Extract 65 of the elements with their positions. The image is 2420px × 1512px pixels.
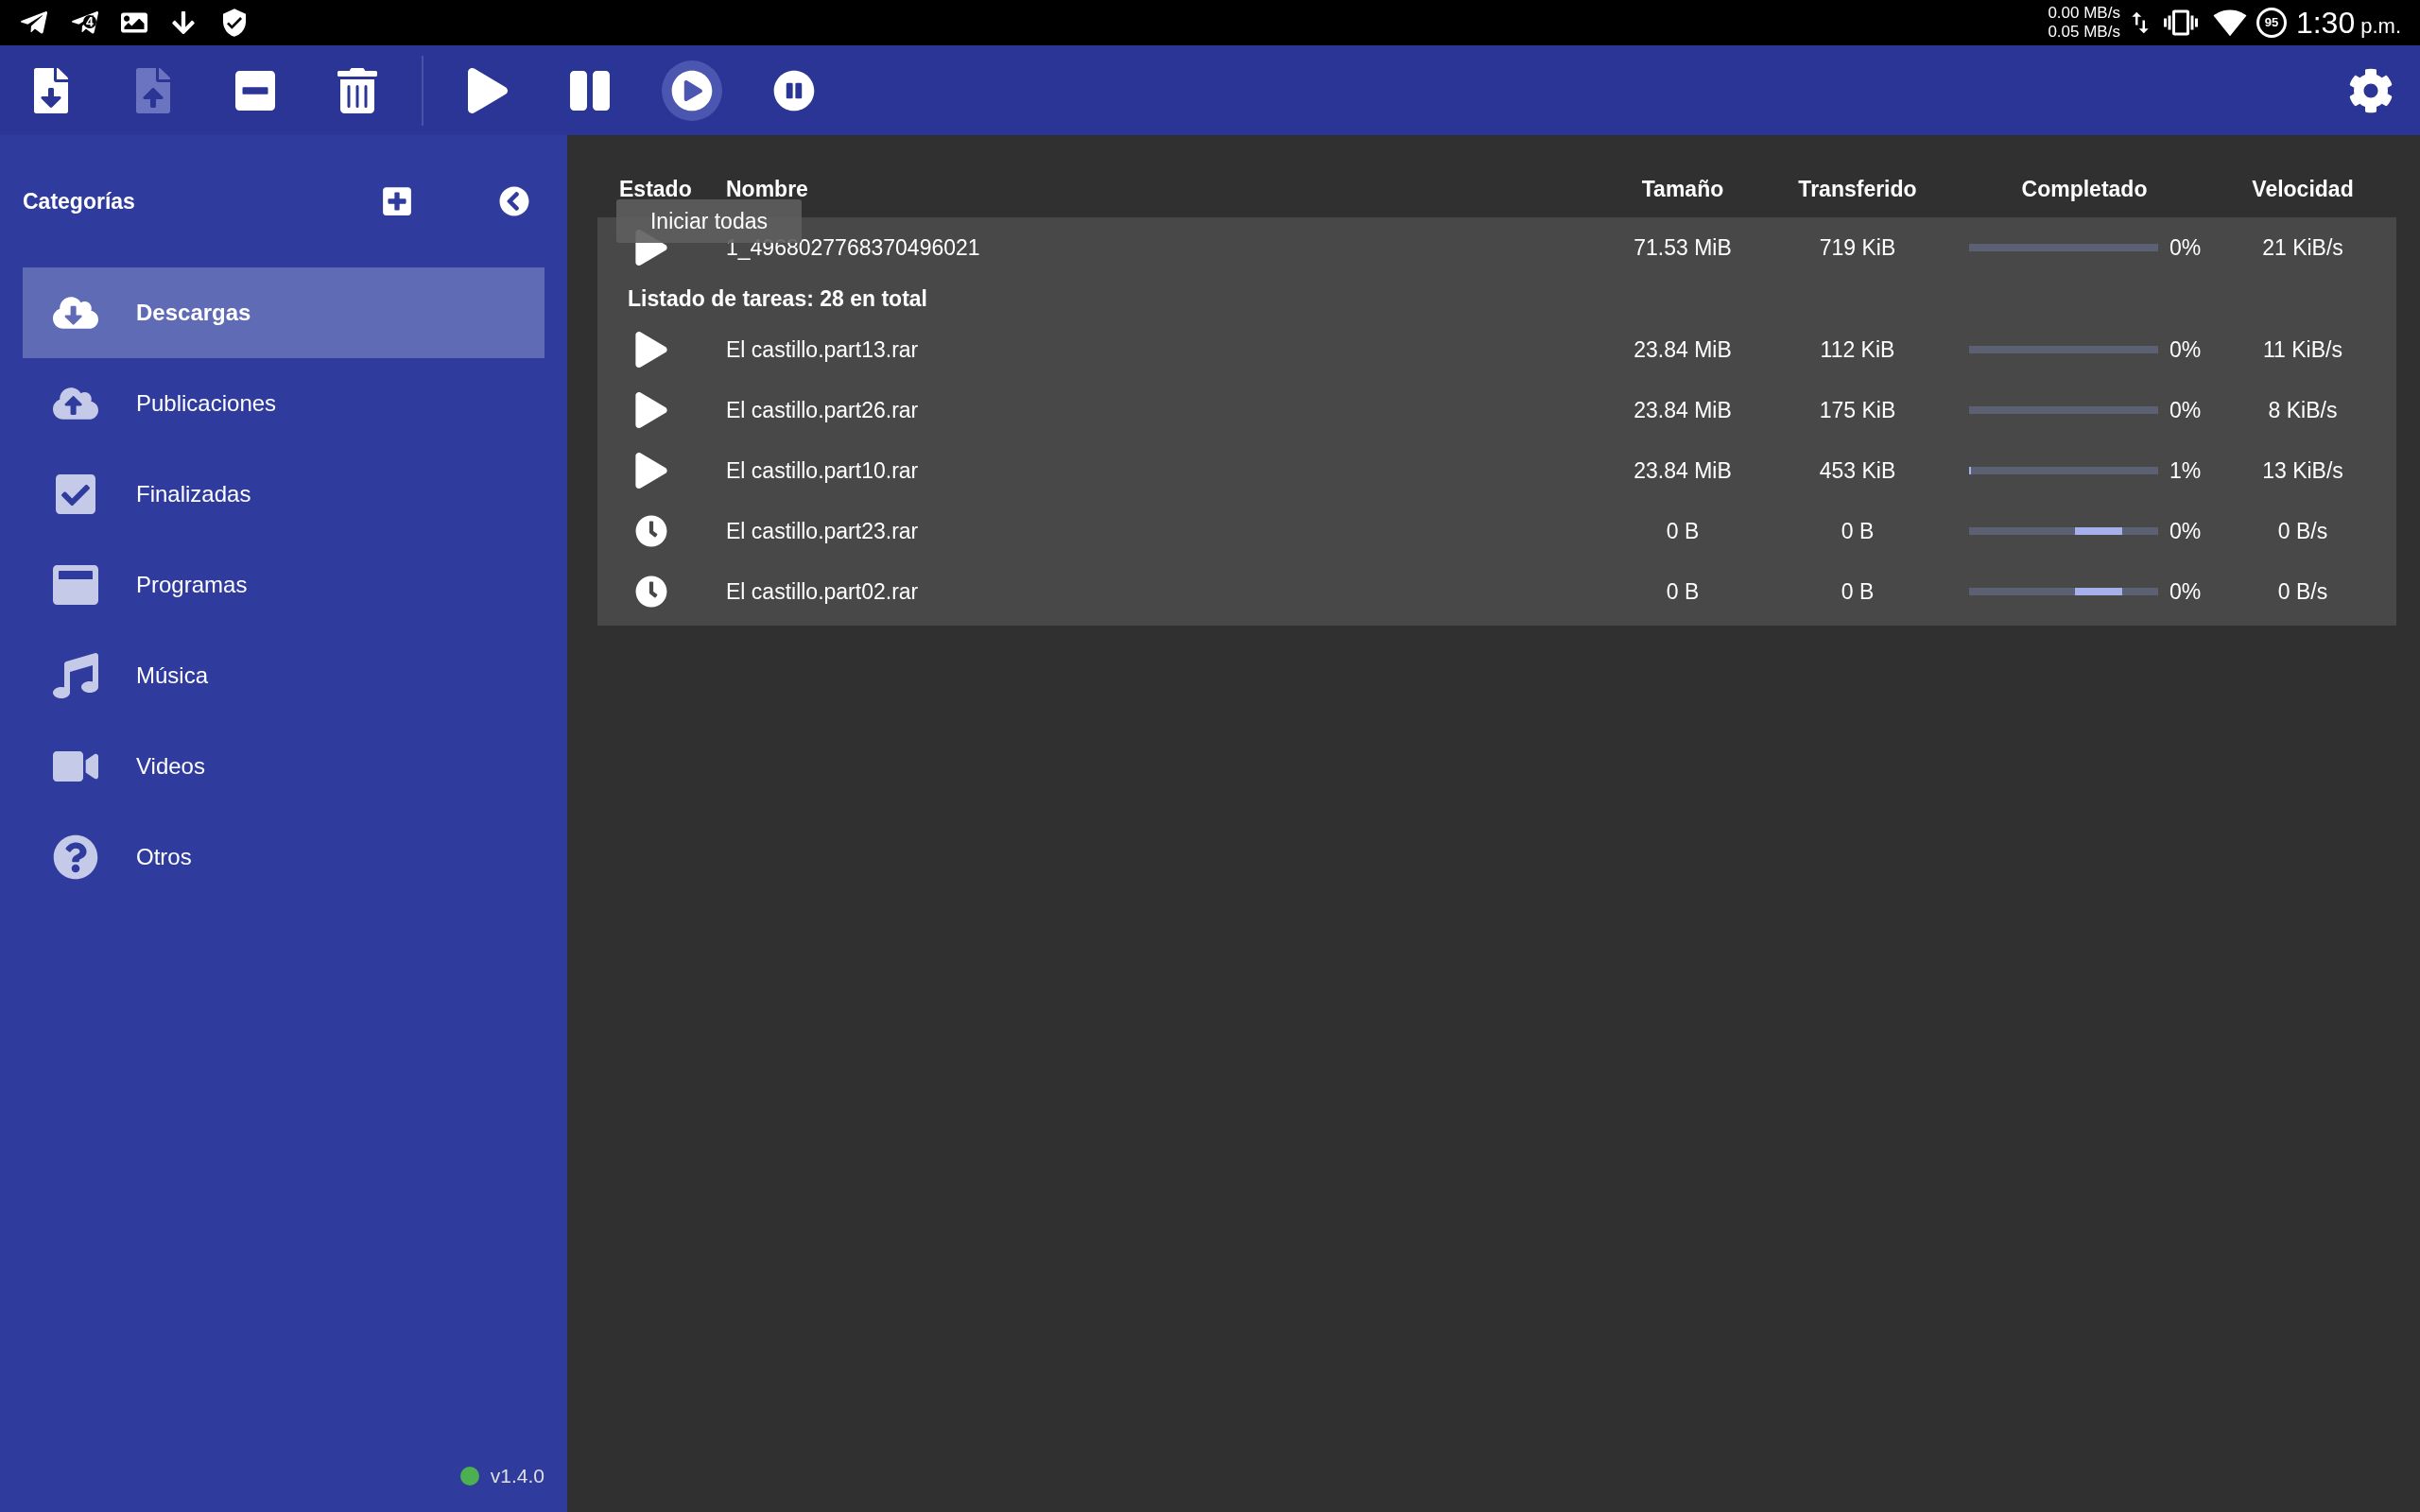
play-icon[interactable] (635, 332, 667, 368)
column-header: Completado (2020, 176, 2149, 204)
speed-cell-text: 13 KiB/s (2261, 456, 2344, 485)
question-icon (53, 834, 98, 880)
size-cell-text: 71.53 MiB (1633, 233, 1733, 262)
transferred-cell-text: 453 KiB (1818, 456, 1897, 485)
collapse-button[interactable] (497, 184, 531, 218)
file-name: El castillo.part23.rar (726, 517, 920, 545)
battery-level: 95 (2256, 8, 2287, 38)
speed-cell-text: 21 KiB/s (2261, 233, 2344, 262)
sidebar-item[interactable]: Videos (23, 721, 544, 812)
transferred-cell-text: 719 KiB (1818, 233, 1897, 262)
transferred-cell-text: 112 KiB (1819, 335, 1896, 364)
transferred-cell-text: 0 B (1840, 517, 1876, 545)
play-icon[interactable] (635, 453, 667, 489)
percent-cell-text: 0% (2169, 233, 2202, 262)
clock-time: 1:30 (2295, 5, 2356, 42)
tooltip: Iniciar todas (616, 199, 802, 243)
sidebar-item[interactable]: Otros (23, 812, 544, 902)
play-icon (465, 67, 510, 113)
size-cell-text: 23.84 MiB (1633, 456, 1733, 485)
transferred-cell-text: 0 B (1840, 577, 1876, 606)
music-note-icon (53, 653, 98, 698)
sidebar-item[interactable]: Publicaciones (23, 358, 544, 449)
file-name: El castillo.part26.rar (726, 396, 920, 424)
percent-cell-text: 0% (2169, 396, 2202, 424)
window-icon (53, 562, 98, 608)
percent-cell-text: 0% (2169, 517, 2202, 545)
play-icon[interactable] (635, 392, 667, 428)
checkbox-icon (53, 472, 98, 517)
file-name: El castillo.part13.rar (726, 335, 920, 364)
speed-cell-text: 11 KiB/s (2262, 335, 2343, 364)
file-name: El castillo.part10.rar (726, 456, 920, 485)
upload-speed: 0.00 MB/s (2048, 4, 2120, 23)
clock-period: p.m. (2360, 12, 2401, 40)
column-header: Transferido (1797, 176, 1918, 204)
sidebar-item[interactable]: Programas (23, 540, 544, 630)
sidebar-title: Categorías (23, 187, 136, 215)
size-cell-text: 0 B (1665, 517, 1701, 545)
percent-cell-text: 0% (2169, 577, 2202, 606)
add-category-button[interactable] (380, 184, 414, 218)
settings-icon (2348, 67, 2394, 113)
size-cell-text: 23.84 MiB (1633, 335, 1733, 364)
group-header: Listado de tareas: 28 en total (628, 284, 927, 313)
version-label: v1.4.0 (490, 1464, 544, 1489)
size-cell-text: 0 B (1665, 577, 1701, 606)
download-speed: 0.05 MB/s (2048, 23, 2120, 42)
speed-cell-text: 8 KiB/s (2267, 396, 2339, 424)
percent-cell-text: 1% (2169, 456, 2202, 485)
transferred-cell-text: 175 KiB (1818, 396, 1897, 424)
speed-cell-text: 0 B/s (2276, 517, 2329, 545)
percent-cell-text: 0% (2169, 335, 2202, 364)
speed-cell-text: 0 B/s (2276, 577, 2329, 606)
download-arrow-icon (172, 9, 195, 36)
column-header: Velocidad (2251, 176, 2355, 204)
file-name: El castillo.part02.rar (726, 577, 920, 606)
size-cell-text: 23.84 MiB (1633, 396, 1733, 424)
add-icon (381, 185, 413, 217)
chevron-left-icon (499, 186, 529, 216)
sidebar-item[interactable]: Música (23, 630, 544, 721)
column-header: Tamaño (1640, 176, 1725, 204)
sidebar-item[interactable]: Descargas (23, 267, 544, 358)
trash-icon (335, 67, 380, 113)
notification-count: 4 (83, 15, 96, 28)
sidebar-item[interactable]: Finalizadas (23, 449, 544, 540)
